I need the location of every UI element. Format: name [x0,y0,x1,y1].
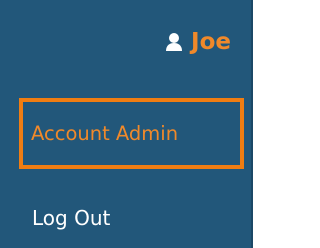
menu-item-log-out[interactable]: Log Out [32,196,110,240]
user-icon [165,32,183,52]
user-menu-panel: Joe Account Admin Log Out [0,0,253,248]
menu-item-label: Account Admin [31,122,179,145]
menu-item-account-admin[interactable]: Account Admin [19,98,244,169]
menu-item-label: Log Out [32,206,111,230]
user-name: Joe [191,29,231,55]
user-menu-toggle[interactable]: Joe [165,25,231,59]
